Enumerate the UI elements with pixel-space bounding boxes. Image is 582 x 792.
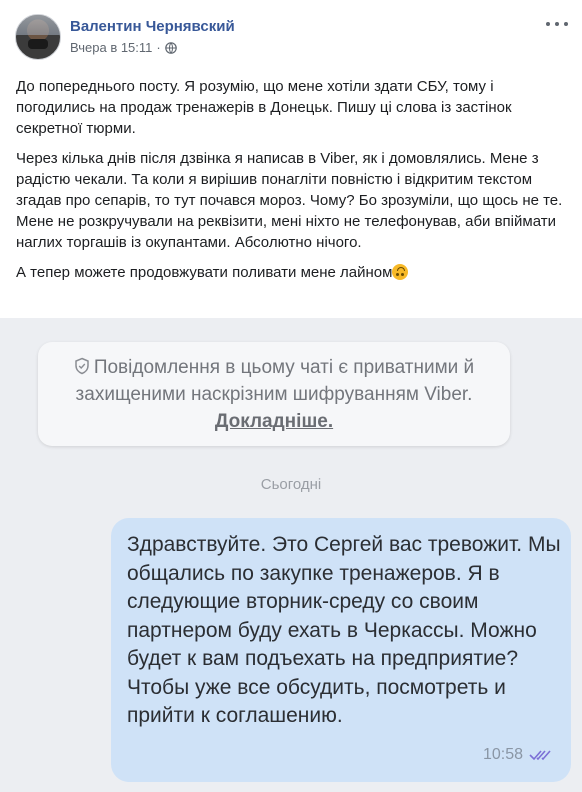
encryption-text: Повідомлення в цьому чаті є приватними й…	[75, 357, 475, 405]
post-paragraph: Через кілька днів після дзвінка я написа…	[16, 150, 563, 251]
post-body: До попереднього посту. Я розумію, що мен…	[16, 76, 568, 292]
viber-screenshot: Повідомлення в цьому чаті є приватними й…	[0, 318, 582, 792]
encryption-notice: Повідомлення в цьому чаті є приватними й…	[38, 342, 510, 446]
message-time: 10:58	[482, 746, 523, 763]
post-last-line-text: А тепер можете продовжувати поливати мен…	[16, 264, 393, 281]
upside-down-face-icon	[392, 264, 409, 280]
date-separator: Сьогодні	[260, 476, 322, 493]
post-paragraph: До попереднього посту. Я розумію, що мен…	[16, 78, 512, 137]
post-meta: Вчера в 15:11 ·	[70, 40, 177, 55]
more-options-button[interactable]	[546, 16, 568, 32]
avatar[interactable]	[15, 14, 61, 60]
post-header: Валентин Чернявский Вчера в 15:11 ·	[0, 0, 582, 66]
globe-icon	[164, 41, 177, 54]
learn-more-link[interactable]: Докладніше.	[215, 411, 333, 432]
author-name[interactable]: Валентин Чернявский	[70, 18, 235, 35]
message-text: Здравствуйте. Это Сергей вас тревожит. М…	[127, 533, 561, 727]
shield-icon	[75, 357, 89, 375]
post-timestamp[interactable]: Вчера в 15:11	[70, 40, 152, 55]
double-check-icon	[529, 750, 551, 761]
chat-message-bubble[interactable]: Здравствуйте. Это Сергей вас тревожит. М…	[111, 518, 571, 782]
post-last-line: А тепер можете продовжувати поливати мен…	[16, 262, 568, 283]
